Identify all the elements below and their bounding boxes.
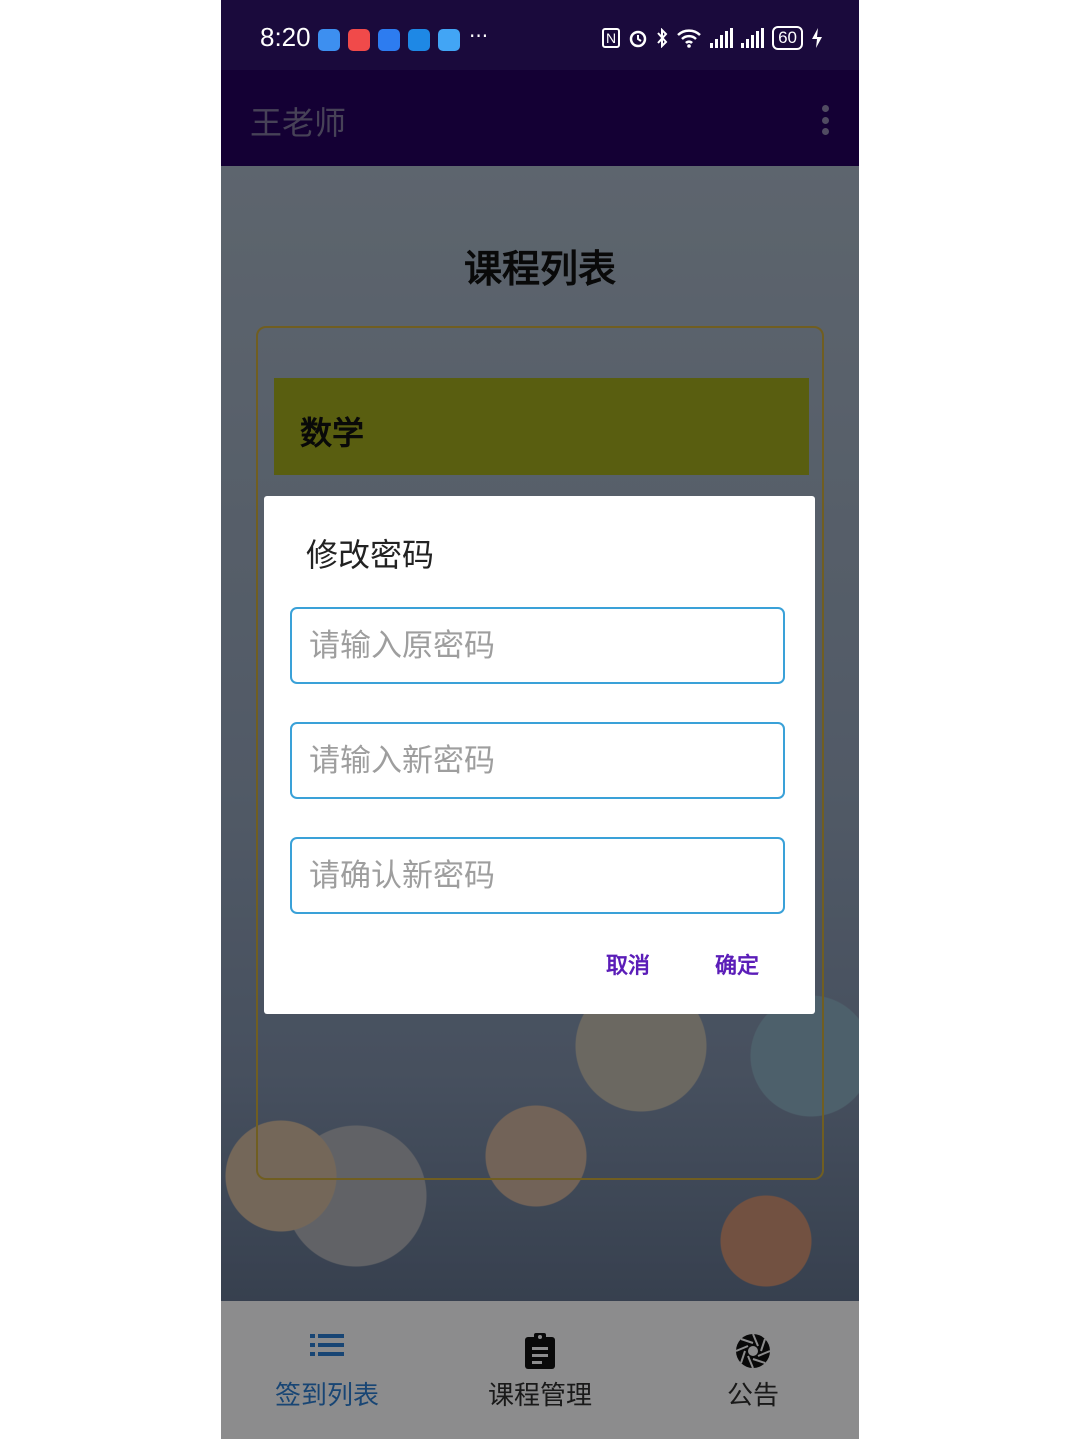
app-blue-icon bbox=[408, 29, 430, 51]
wifi-icon bbox=[677, 29, 701, 48]
status-indicators: N 60 bbox=[601, 26, 823, 50]
change-password-dialog: 修改密码 取消 确定 bbox=[264, 496, 815, 1014]
charging-icon bbox=[812, 28, 822, 48]
notification-icons bbox=[318, 29, 460, 51]
more-notifications-icon: ··· bbox=[469, 24, 489, 48]
usb-icon bbox=[318, 29, 340, 51]
confirm-password-field[interactable] bbox=[290, 837, 785, 914]
status-bar: 8:20 ··· N 60 bbox=[221, 0, 859, 70]
bluetooth-icon bbox=[657, 28, 668, 48]
confirm-button[interactable]: 确定 bbox=[715, 948, 759, 980]
new-password-field[interactable] bbox=[290, 722, 785, 799]
app-red-icon bbox=[348, 29, 370, 51]
status-time: 8:20 bbox=[260, 22, 311, 52]
signal-icon-2 bbox=[741, 28, 765, 48]
signal-icon bbox=[710, 28, 734, 48]
message-icon bbox=[378, 29, 400, 51]
old-password-field[interactable] bbox=[290, 607, 785, 684]
phone-screen: 8:20 ··· N 60 王老师 课程列表 数学 签到列表 课程管理 公告 修… bbox=[221, 0, 859, 1439]
nfc-icon: N bbox=[601, 28, 621, 48]
cancel-button[interactable]: 取消 bbox=[606, 948, 650, 980]
battery-indicator: 60 bbox=[772, 26, 803, 50]
alarm-icon bbox=[629, 30, 647, 48]
dialog-title: 修改密码 bbox=[306, 536, 435, 574]
app-lightblue-icon bbox=[438, 29, 460, 51]
